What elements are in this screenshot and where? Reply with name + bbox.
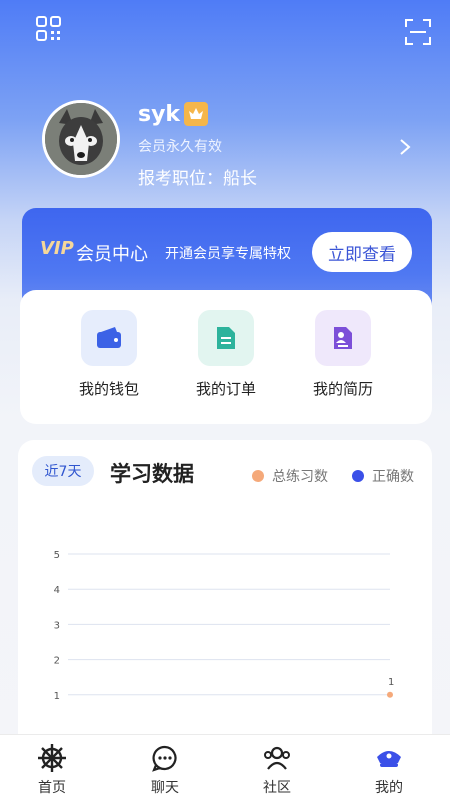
vip-description: 开通会员享专属特权 [165,246,291,262]
y-tick-label: 2 [54,656,60,667]
study-data-title: 学习数据 [110,462,194,486]
member-status: 会员永久有效 [138,139,222,155]
tab-community[interactable]: 社区 [237,743,317,797]
resume-icon [315,310,371,366]
data-label: 1 [388,677,394,688]
crown-icon [184,102,208,126]
avatar[interactable] [42,100,120,178]
chevron-right-icon[interactable] [398,138,412,156]
tab-chat-label: 聊天 [151,780,179,796]
y-tick-label: 5 [54,550,60,561]
applied-position: 报考职位：船长 [138,169,257,189]
view-now-button[interactable]: 立即查看 [312,232,412,272]
tab-mine-label: 我的 [375,780,403,796]
study-chart: 5 4 3 2 1 1 [54,550,395,702]
tab-home-label: 首页 [38,780,66,796]
y-tick-label: 4 [54,585,60,596]
profile-header[interactable]: syk 会员永久有效 报考职位：船长 [42,100,422,190]
profile-cap-icon [374,743,404,773]
legend-total: 总练习数 [252,466,328,486]
legend-dot-total [252,470,264,482]
tab-mine[interactable]: 我的 [349,743,429,797]
resume-item[interactable]: 我的简历 [288,310,398,399]
wallet-icon [81,310,137,366]
vip-logo: VIP [40,238,74,259]
community-icon [262,743,292,773]
tab-home[interactable]: 首页 [12,743,92,797]
scan-icon[interactable] [404,18,434,48]
order-document-icon [198,310,254,366]
legend-label-total: 总练习数 [272,469,328,485]
qr-code-icon[interactable] [34,14,64,44]
legend-label-correct: 正确数 [372,469,414,485]
legend-dot-correct [352,470,364,482]
wallet-item[interactable]: 我的钱包 [54,310,164,399]
y-tick-label: 3 [54,620,60,631]
order-item[interactable]: 我的订单 [171,310,281,399]
data-point [387,691,393,698]
study-data-card: 近7天 学习数据 总练习数 正确数 5 4 3 2 1 1 [18,440,432,760]
y-tick-label: 1 [54,691,60,702]
vip-title: 会员中心 [76,244,148,265]
range-chip[interactable]: 近7天 [32,456,94,486]
tab-chat[interactable]: 聊天 [125,743,205,797]
legend-correct: 正确数 [352,466,414,486]
tab-community-label: 社区 [263,780,291,796]
helm-icon [37,743,67,773]
chat-icon [150,743,180,773]
bottom-tab-bar: 首页 聊天 社区 我的 [0,734,450,800]
resume-label: 我的简历 [312,380,373,398]
username: syk [138,102,181,127]
services-panel: 我的钱包 我的订单 我的简历 [20,290,432,424]
order-label: 我的订单 [195,380,256,398]
wallet-label: 我的钱包 [78,380,139,398]
